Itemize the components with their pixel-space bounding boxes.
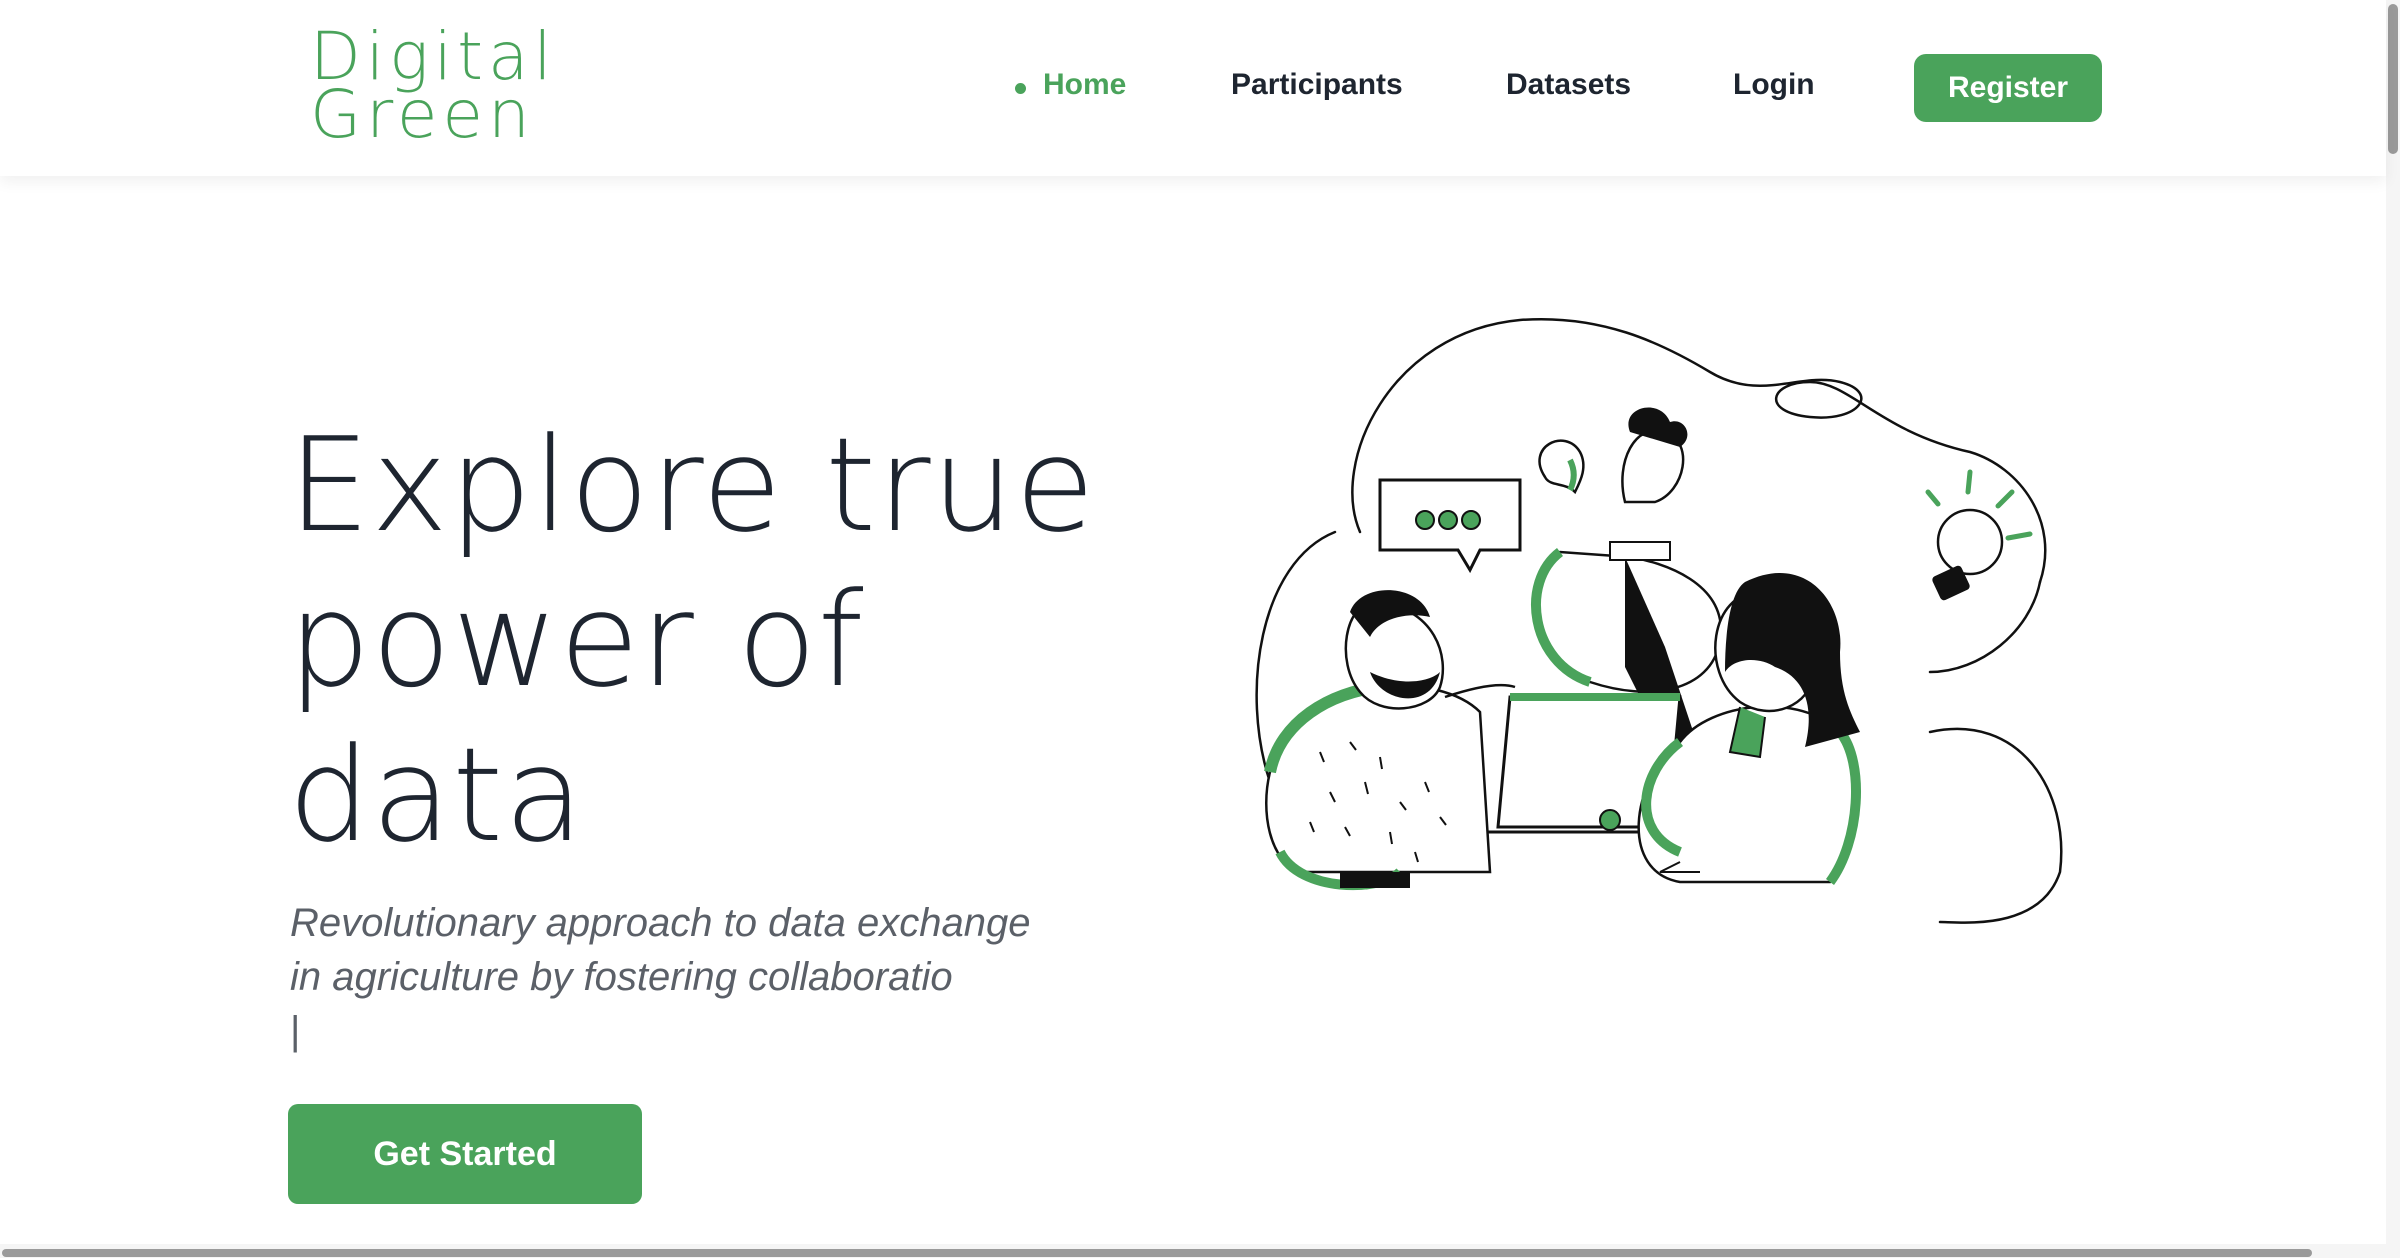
active-indicator-dot [1015, 83, 1026, 94]
horizontal-scrollbar-thumb[interactable] [2, 1249, 2312, 1257]
digital-green-logo[interactable]: Digital Green [310, 24, 557, 153]
typing-caret: | [290, 1009, 301, 1053]
hero-subtitle-line-2: in agriculture by fostering collaboratio… [290, 950, 1190, 1058]
nav-login[interactable]: Login [1733, 68, 1815, 102]
vertical-scrollbar[interactable] [2386, 0, 2400, 1258]
hero-title-line: power of [288, 564, 865, 716]
hero-subtitle: Revolutionary approach to data exchange … [290, 896, 1190, 1058]
lightbulb-icon [1925, 469, 2033, 601]
horizontal-scrollbar[interactable] [0, 1244, 2386, 1258]
top-navbar: Digital Green Home Participants Datasets… [0, 0, 2386, 176]
get-started-button[interactable]: Get Started [288, 1104, 642, 1204]
nav-home[interactable]: Home [1043, 68, 1126, 102]
register-button[interactable]: Register [1914, 54, 2102, 122]
logo-line-2: Green [310, 76, 535, 153]
thought-bubble-icon [1538, 439, 1585, 495]
bearded-man-figure [1264, 590, 1516, 891]
team-collaboration-illustration [1255, 317, 2063, 924]
speech-bubble-icon [1378, 478, 1522, 574]
hero-title: Explore true power of data [288, 408, 1188, 873]
vertical-scrollbar-thumb[interactable] [2388, 4, 2398, 154]
hero-subtitle-line: Revolutionary approach to data exchange [290, 901, 1031, 945]
hero-title-line: Explore true [288, 409, 1096, 561]
nav-datasets[interactable]: Datasets [1506, 68, 1631, 102]
hero-title-line: data [288, 719, 585, 871]
nav-participants[interactable]: Participants [1231, 68, 1403, 102]
hero-subtitle-text: in agriculture by fostering collaboratio [290, 955, 953, 999]
